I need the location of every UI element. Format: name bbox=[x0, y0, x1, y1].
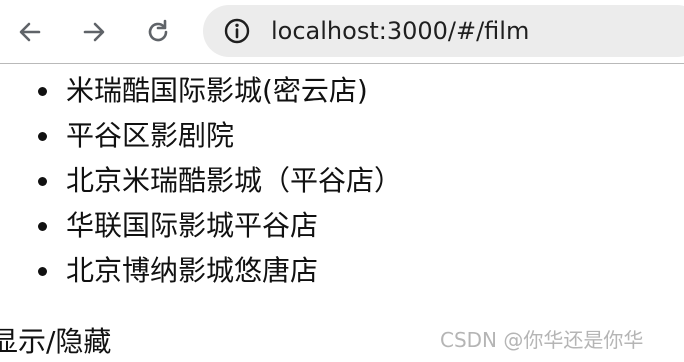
cinema-name: 北京博纳影城悠唐店 bbox=[66, 254, 319, 287]
page-content: 米瑞酷国际影城(密云店) 平谷区影剧院 北京米瑞酷影城（平谷店） 华联国际影城平… bbox=[0, 64, 684, 362]
list-item: 米瑞酷国际影城(密云店) bbox=[0, 68, 402, 113]
forward-button[interactable] bbox=[76, 14, 112, 50]
cinema-list: 米瑞酷国际影城(密云店) 平谷区影剧院 北京米瑞酷影城（平谷店） 华联国际影城平… bbox=[0, 68, 402, 293]
list-item: 平谷区影剧院 bbox=[0, 113, 402, 158]
list-item: 北京米瑞酷影城（平谷店） bbox=[0, 158, 402, 203]
info-icon[interactable] bbox=[223, 17, 251, 45]
arrow-right-icon bbox=[83, 22, 105, 42]
arrow-left-icon bbox=[19, 22, 41, 42]
cinema-name: 华联国际影城平谷店 bbox=[66, 209, 319, 242]
bullet-icon bbox=[38, 222, 47, 231]
watermark: CSDN @你华还是你华 bbox=[440, 328, 644, 352]
browser-toolbar: localhost:3000/#/film bbox=[0, 0, 684, 64]
bullet-icon bbox=[38, 132, 47, 141]
back-button[interactable] bbox=[12, 14, 48, 50]
reload-button[interactable] bbox=[140, 14, 176, 50]
cinema-name: 平谷区影剧院 bbox=[66, 119, 235, 152]
address-bar[interactable]: localhost:3000/#/film bbox=[203, 5, 684, 57]
list-item: 华联国际影城平谷店 bbox=[0, 203, 402, 248]
reload-icon bbox=[148, 19, 168, 42]
bullet-icon bbox=[38, 177, 47, 186]
cinema-name: 北京米瑞酷影城（平谷店） bbox=[66, 164, 403, 197]
cinema-name: 米瑞酷国际影城(密云店) bbox=[66, 74, 368, 107]
url-text[interactable]: localhost:3000/#/film bbox=[271, 17, 529, 45]
bullet-icon bbox=[38, 87, 47, 96]
bullet-icon bbox=[38, 267, 47, 276]
toggle-visibility-button[interactable]: 显示/隐藏 bbox=[0, 322, 111, 362]
list-item: 北京博纳影城悠唐店 bbox=[0, 248, 402, 293]
